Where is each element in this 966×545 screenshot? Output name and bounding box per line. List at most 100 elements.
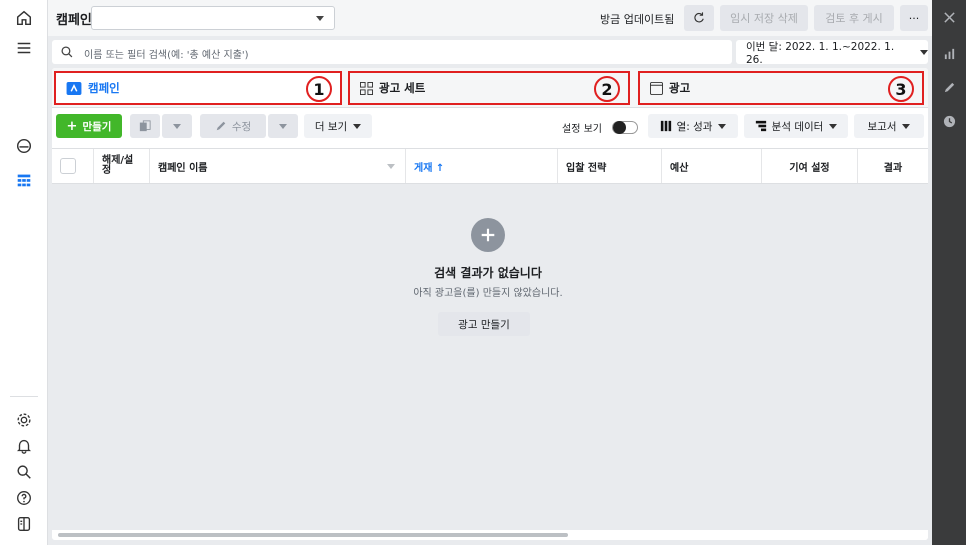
tab-number-badge: 2 [594,76,620,102]
more-button-label: 더 보기 [314,120,348,133]
menu-icon[interactable] [8,34,40,62]
home-icon[interactable] [8,4,40,32]
ad-frame-icon [650,81,663,95]
grid-icon [360,81,373,95]
plus-icon: + [66,118,78,134]
tab-number-badge: 1 [306,76,332,102]
column-header-delivery[interactable]: 게재 ↑ [406,149,558,183]
tab-ads[interactable]: 광고 3 [638,71,924,105]
breakdown-button-label: 분석 데이터 [771,120,824,133]
setting-view-toggle[interactable] [612,121,638,134]
chevron-down-icon [829,123,838,129]
chevron-down-icon [902,123,911,129]
more-button[interactable]: 더 보기 [304,114,372,138]
create-ad-button[interactable]: 광고 만들기 [438,312,530,336]
pencil-icon [216,121,226,131]
columns-icon [660,120,671,132]
tab-ads-label: 광고 [669,81,691,95]
column-header-budget[interactable]: 예산 [662,149,762,183]
dashboard-gauge-icon[interactable] [8,132,40,160]
toolbar: + 만들기 수정 더 보기 설정 보기 열: 성과 분석 데이터 보고서 [52,108,928,144]
rail-divider [10,396,38,397]
panel-toggle-icon[interactable] [8,510,40,538]
chevron-down-icon [920,49,928,55]
column-header-bid-strategy[interactable]: 입찰 전략 [558,149,662,183]
tab-number-badge: 3 [888,76,914,102]
ads-manager-table-icon[interactable] [8,166,40,194]
date-range-select[interactable]: 이번 달: 2022. 1. 1.~2022. 1. 26. [736,40,928,66]
tab-campaigns[interactable]: 캠페인 1 [54,71,342,105]
edit-dropdown-button[interactable] [268,114,298,138]
campaign-select[interactable] [91,6,335,30]
table-body: 검색 결과가 없습니다 아직 광고을(를) 만들지 않았습니다. 광고 만들기 [52,184,928,530]
chevron-down-icon [718,123,727,129]
breakdown-icon [755,120,766,132]
setting-view-label: 설정 보기 [562,124,602,135]
column-header-label: 캠페인 이름 [158,162,208,174]
chevron-down-icon [316,16,324,21]
history-clock-icon[interactable] [940,112,958,130]
duplicate-dropdown-button[interactable] [162,114,192,138]
column-header-onoff[interactable]: 해제/설정 [94,149,150,183]
tab-ad-sets[interactable]: 광고 세트 2 [348,71,630,105]
column-header-attribution[interactable]: 기여 설정 [762,149,858,183]
column-header-label: 결과 [883,162,903,174]
add-circle-icon [471,218,505,252]
create-button-label: 만들기 [82,120,112,133]
column-header-label: 게재 ↑ [414,162,445,174]
breakdown-button[interactable]: 분석 데이터 [744,114,848,138]
help-icon[interactable] [8,484,40,512]
column-header-results[interactable]: 결과 [858,149,928,183]
refresh-icon [694,12,704,23]
column-header-label: 기여 설정 [789,162,830,174]
columns-button-label: 열: 성과 [676,120,713,133]
pencil-icon[interactable] [940,78,958,96]
chevron-down-icon [387,164,395,169]
page-title: 캠페인 [56,13,92,28]
select-all-checkbox[interactable] [60,158,76,174]
bar-chart-icon[interactable] [940,44,958,62]
update-status: 방금 업데이트됨 [600,13,675,26]
close-icon[interactable] [940,8,958,26]
date-range-value: 이번 달: 2022. 1. 1.~2022. 1. 26. [746,40,895,66]
column-header-campaign-name[interactable]: 캠페인 이름 [150,149,406,183]
right-side-rail [932,0,966,545]
chevron-down-icon [353,123,362,129]
duplicate-icon [139,120,151,132]
tab-campaigns-label: 캠페인 [88,81,120,95]
column-header-label: 해제/설정 [102,154,134,176]
search-icon [60,45,74,59]
table-header: 해제/설정 캠페인 이름 게재 ↑ 입찰 전략 예산 기여 설정 결과 [52,148,928,184]
level-tabs: 캠페인 1 광고 세트 2 광고 3 [52,68,928,108]
search-icon[interactable] [8,458,40,486]
search-bar[interactable]: 이름 또는 필터 검색(예: '총 예산 지출') [52,40,732,64]
reports-button-label: 보고서 [867,120,897,133]
column-header-label: 입찰 전략 [566,162,607,174]
left-nav-rail [0,0,48,545]
scrollbar-thumb[interactable] [58,533,568,537]
column-header-label: 예산 [670,162,689,174]
empty-state-subtitle: 아직 광고을(를) 만들지 않았습니다. [413,288,563,299]
search-input[interactable]: 이름 또는 필터 검색(예: '총 예산 지출') [84,46,249,61]
top-bar: 캠페인 방금 업데이트됨 임시 저장 삭제 검토 후 게시 ··· [48,0,932,36]
folder-icon [66,81,82,95]
tab-ad-sets-label: 광고 세트 [379,81,426,95]
more-options-button[interactable]: ··· [900,5,928,31]
discard-drafts-button[interactable]: 임시 저장 삭제 [720,5,808,31]
duplicate-button[interactable] [130,114,160,138]
main-area: 캠페인 방금 업데이트됨 임시 저장 삭제 검토 후 게시 ··· 이름 또는 … [48,0,932,545]
settings-gear-icon[interactable] [8,406,40,434]
create-button[interactable]: + 만들기 [56,114,122,138]
reports-button[interactable]: 보고서 [854,114,924,138]
select-all-cell [52,149,94,183]
empty-state-title: 검색 결과가 없습니다 [434,266,542,280]
edit-button[interactable]: 수정 [200,114,266,138]
horizontal-scrollbar[interactable] [52,530,928,540]
notification-bell-icon[interactable] [8,432,40,460]
columns-button[interactable]: 열: 성과 [648,114,738,138]
chevron-down-icon [279,123,287,129]
review-publish-button[interactable]: 검토 후 게시 [814,5,894,31]
campaign-panel: 캠페인 1 광고 세트 2 광고 3 + 만들기 수정 더 보기 설정 보기 열… [52,68,928,540]
refresh-button[interactable] [684,5,714,31]
edit-button-label: 수정 [231,120,252,133]
